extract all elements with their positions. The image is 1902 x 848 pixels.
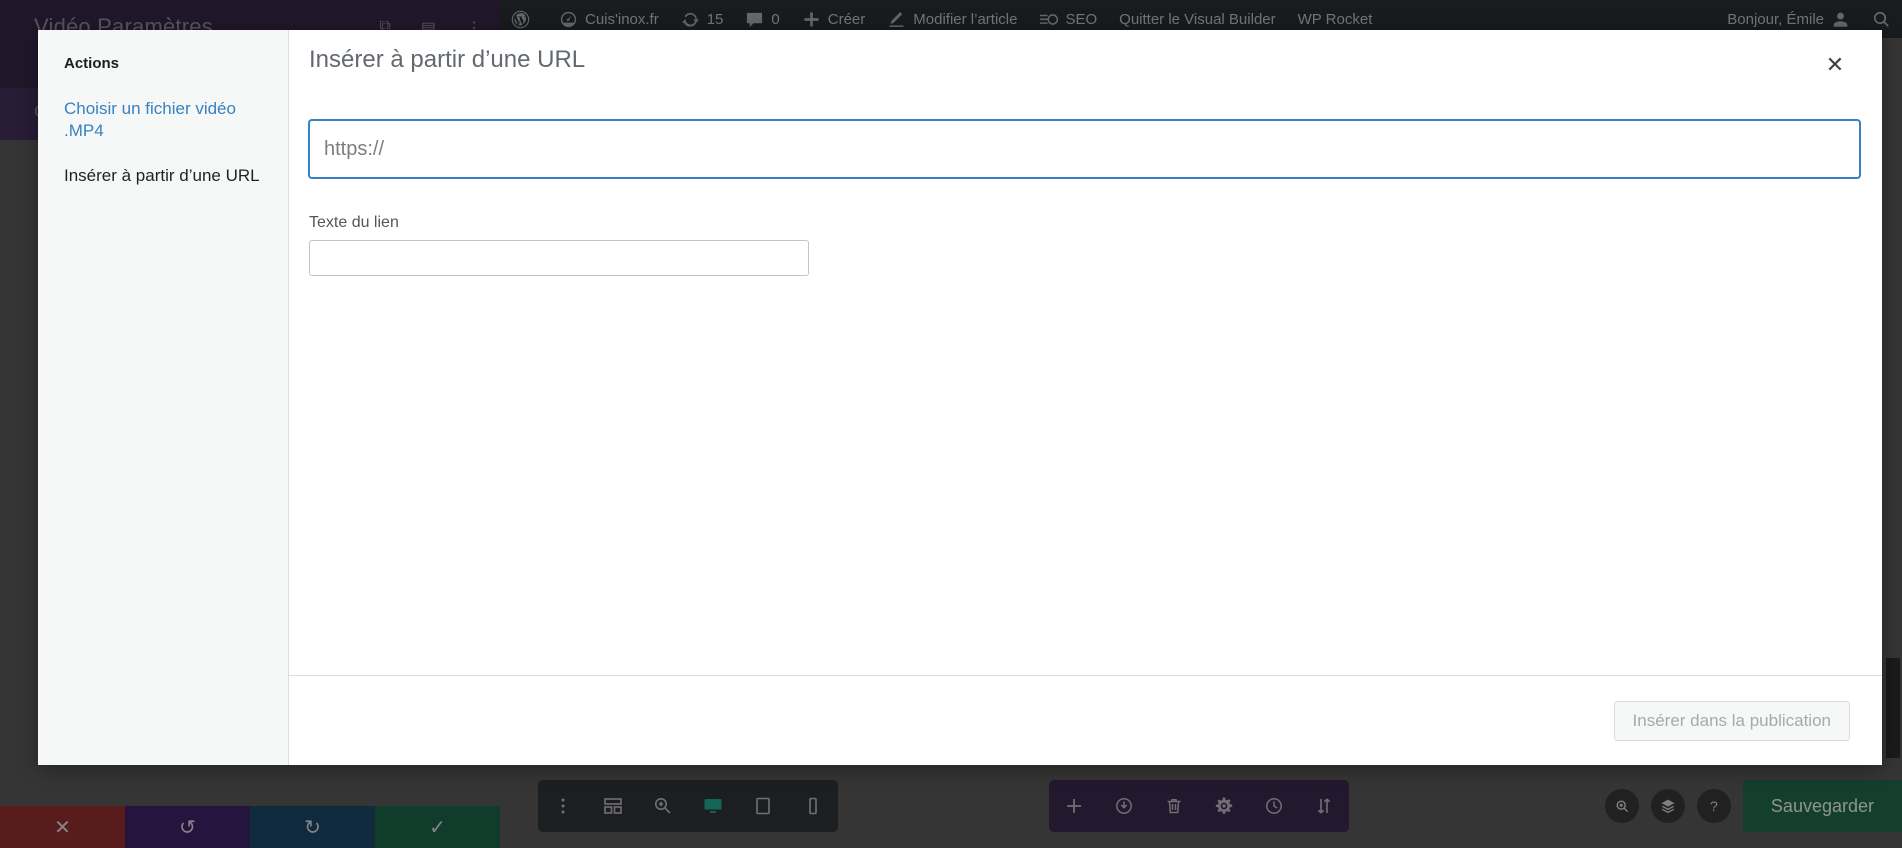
page-scrollbar-thumb[interactable] xyxy=(1886,658,1900,758)
link-text-input[interactable] xyxy=(309,240,809,276)
modal-header: Insérer à partir d’une URL ✕ xyxy=(289,30,1882,90)
modal-footer: Insérer dans la publication xyxy=(289,675,1882,765)
page-title: Insérer à partir d’une URL xyxy=(309,46,586,73)
insert-into-post-button[interactable]: Insérer dans la publication xyxy=(1613,700,1850,741)
close-icon[interactable]: ✕ xyxy=(1818,48,1852,82)
modal-body: Insérer à partir d’une URL ✕ Texte du li… xyxy=(289,30,1882,765)
insert-from-url-modal: Actions Choisir un fichier vidéo .MP4 In… xyxy=(38,30,1882,765)
sidebar-heading: Actions xyxy=(64,55,120,72)
url-input[interactable] xyxy=(309,120,1860,178)
modal-content: Texte du lien xyxy=(289,90,1882,675)
sidebar-item-insert-from-url[interactable]: Insérer à partir d’une URL xyxy=(64,165,266,187)
link-text-label: Texte du lien xyxy=(309,214,399,231)
modal-actions-sidebar: Actions Choisir un fichier vidéo .MP4 In… xyxy=(38,30,289,765)
sidebar-item-choose-video-file[interactable]: Choisir un fichier vidéo .MP4 xyxy=(64,98,266,143)
